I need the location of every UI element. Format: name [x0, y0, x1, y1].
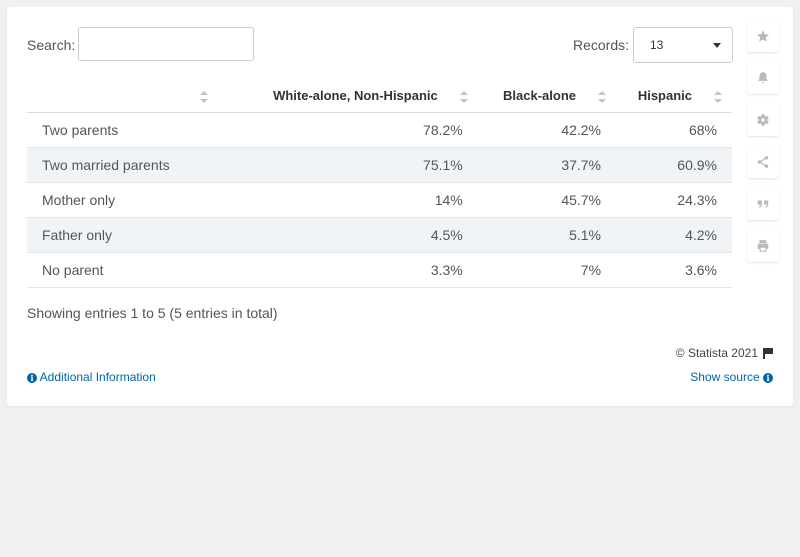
table-row: No parent 3.3% 7% 3.6% [27, 252, 732, 288]
print-icon [757, 240, 769, 252]
table-row: Father only 4.5% 5.1% 4.2% [27, 217, 732, 253]
quote-icon [757, 200, 769, 208]
cell-white: 14% [217, 182, 478, 218]
cell-white: 4.5% [217, 217, 478, 253]
row-label: Mother only [27, 182, 218, 218]
sort-icon [199, 90, 208, 103]
table-row: Mother only 14% 45.7% 24.3% [27, 182, 732, 218]
cell-hispanic: 68% [616, 112, 732, 148]
row-label: No parent [27, 252, 218, 288]
flag-icon [763, 348, 773, 359]
cell-black: 45.7% [477, 182, 617, 218]
info-icon: i [27, 373, 37, 383]
action-sidebar [747, 20, 779, 272]
sort-icon [714, 90, 722, 103]
chevron-down-icon [713, 43, 721, 48]
cell-white: 75.1% [217, 147, 478, 183]
gear-icon [757, 114, 769, 126]
print-button[interactable] [747, 230, 779, 262]
cell-white: 78.2% [217, 112, 478, 148]
column-header-black[interactable]: Black-alone [477, 79, 617, 113]
cell-black: 37.7% [477, 147, 617, 183]
settings-button[interactable] [747, 104, 779, 136]
table-row: Two married parents 75.1% 37.7% 60.9% [27, 147, 732, 183]
row-label: Father only [27, 217, 218, 253]
share-button[interactable] [747, 146, 779, 178]
data-table: White-alone, Non-Hispanic Black-alone Hi… [27, 79, 732, 288]
copyright[interactable]: © Statista 2021 [676, 346, 773, 360]
sort-icon [598, 90, 607, 103]
statistic-card: Search: Records: 13 White-alone, Non-His… [7, 7, 793, 406]
search-input[interactable] [78, 27, 254, 61]
search-label: Search: [27, 37, 76, 53]
cell-black: 42.2% [477, 112, 617, 148]
star-icon [756, 30, 770, 42]
cell-hispanic: 3.6% [616, 252, 732, 288]
cell-black: 7% [477, 252, 617, 288]
column-header-white[interactable]: White-alone, Non-Hispanic [217, 79, 478, 113]
favorite-button[interactable] [747, 20, 779, 52]
records-label: Records: [573, 37, 630, 53]
cite-button[interactable] [747, 188, 779, 220]
cell-hispanic: 60.9% [616, 147, 732, 183]
sort-icon [459, 90, 468, 103]
notification-button[interactable] [747, 62, 779, 94]
cell-hispanic: 24.3% [616, 182, 732, 218]
cell-hispanic: 4.2% [616, 217, 732, 253]
bell-icon [758, 72, 768, 84]
table-row: Two parents 78.2% 42.2% 68% [27, 112, 732, 148]
info-icon: i [763, 373, 773, 383]
additional-information-link[interactable]: i Additional Information [27, 370, 156, 384]
table-header-row: White-alone, Non-Hispanic Black-alone Hi… [27, 79, 732, 113]
row-label: Two married parents [27, 147, 218, 183]
row-label: Two parents [27, 112, 218, 148]
share-icon [757, 156, 769, 168]
column-header-label[interactable] [27, 79, 218, 113]
entries-summary: Showing entries 1 to 5 (5 entries in tot… [27, 305, 278, 321]
cell-white: 3.3% [217, 252, 478, 288]
records-select[interactable]: 13 [633, 27, 733, 63]
show-source-link[interactable]: Show source i [690, 370, 773, 384]
cell-black: 5.1% [477, 217, 617, 253]
records-select-value: 13 [650, 38, 664, 52]
column-header-hispanic[interactable]: Hispanic [616, 79, 732, 113]
